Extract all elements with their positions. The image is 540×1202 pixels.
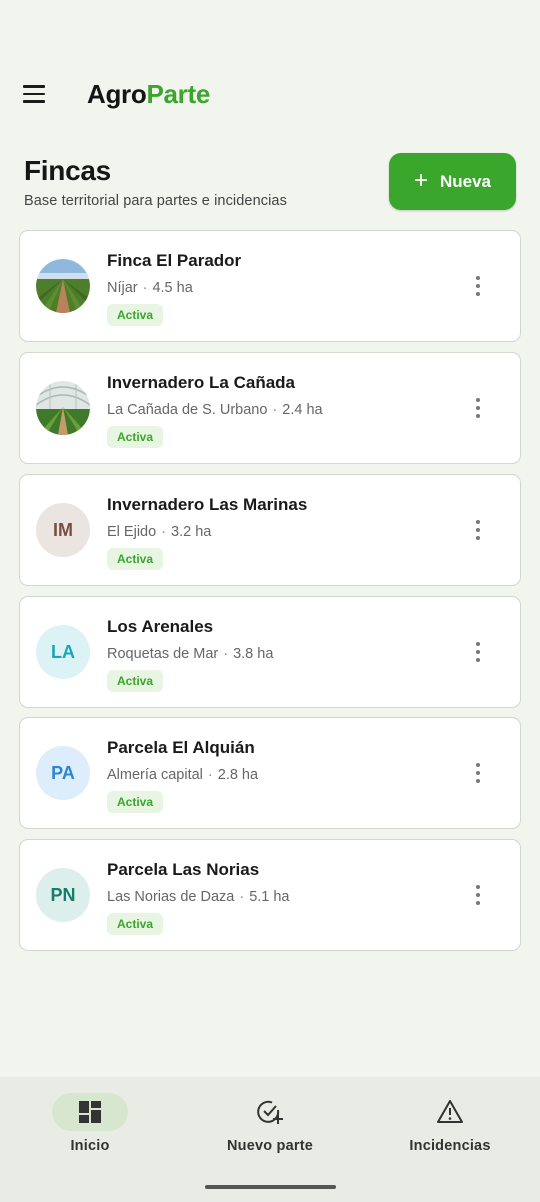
farm-location: El Ejido xyxy=(107,524,157,540)
farm-area: 2.8 ha xyxy=(217,767,259,783)
page-header: Fincas Base territorial para partes e in… xyxy=(24,155,287,209)
farm-card[interactable]: PN Parcela Las Norias Las Norias de Daza… xyxy=(19,839,521,951)
gesture-bar[interactable] xyxy=(205,1185,336,1189)
nav-label: Inicio xyxy=(70,1138,110,1154)
nav-label: Nuevo parte xyxy=(227,1138,313,1154)
more-options-icon[interactable] xyxy=(474,520,482,540)
menu-icon[interactable] xyxy=(18,78,50,110)
farm-initials-avatar: IM xyxy=(36,503,90,557)
farm-area: 4.5 ha xyxy=(152,280,193,296)
farm-location: Las Norias de Daza xyxy=(107,889,235,905)
field-photo-icon xyxy=(36,259,90,313)
farm-location: Almería capital xyxy=(107,767,203,783)
status-badge: Activa xyxy=(107,913,164,935)
farm-name: Parcela Las Norias xyxy=(107,860,260,879)
farm-initials-avatar: PN xyxy=(36,868,90,922)
status-badge: Activa xyxy=(107,426,164,448)
farm-initials-avatar: PA xyxy=(36,746,90,800)
farm-name: Invernadero La Cañada xyxy=(107,373,296,392)
farm-area: 3.8 ha xyxy=(233,646,274,662)
page-title: Fincas xyxy=(24,155,111,186)
farm-card[interactable]: IM Invernadero Las Marinas El Ejido · 3.2 … xyxy=(19,474,521,586)
bottom-navigation: Inicio Nuevo parte Incidencias xyxy=(0,1077,540,1202)
page-subtitle: Base territorial para partes e incidenci… xyxy=(24,193,287,209)
farm-meta: Níjar · 4.5 ha xyxy=(107,280,193,296)
status-badge: Activa xyxy=(107,304,164,326)
status-badge: Activa xyxy=(107,670,164,692)
farm-meta: Roquetas de Mar · 3.8 ha xyxy=(107,646,274,662)
more-options-icon[interactable] xyxy=(474,763,482,783)
nav-item-incidencias[interactable]: Incidencias xyxy=(360,1093,540,1154)
greenhouse-photo-icon xyxy=(36,381,90,435)
farm-card[interactable]: PA Parcela El Alquián Almería capital · 2.… xyxy=(19,717,521,829)
farm-location: Roquetas de Mar xyxy=(107,646,219,662)
farm-photo-avatar xyxy=(36,381,90,435)
dashboard-icon xyxy=(52,1093,128,1131)
farm-area: 3.2 ha xyxy=(171,524,212,540)
brand-part-2: Parte xyxy=(146,79,211,109)
farm-meta: Las Norias de Daza · 5.1 ha xyxy=(107,889,290,905)
farm-name: Los Arenales xyxy=(107,617,214,636)
farm-name: Finca El Parador xyxy=(107,251,242,270)
farm-area: 2.4 ha xyxy=(282,402,323,418)
more-options-icon[interactable] xyxy=(474,885,482,905)
farm-location: La Cañada de S. Urbano xyxy=(107,402,268,418)
more-options-icon[interactable] xyxy=(474,276,482,296)
farm-meta: El Ejido · 3.2 ha xyxy=(107,524,212,540)
farm-card[interactable]: Finca El Parador Níjar · 4.5 ha Activa xyxy=(19,230,521,342)
new-farm-button[interactable]: + Nueva xyxy=(389,153,516,210)
check-add-icon xyxy=(232,1093,308,1131)
farm-photo-avatar xyxy=(36,259,90,313)
farm-card[interactable]: Invernadero La Cañada La Cañada de S. Ur… xyxy=(19,352,521,464)
app-bar: AgroParte xyxy=(0,70,540,120)
nav-item-nuevo-parte[interactable]: Nuevo parte xyxy=(180,1093,360,1154)
nav-item-inicio[interactable]: Inicio xyxy=(0,1093,180,1154)
new-farm-button-label: Nueva xyxy=(439,171,492,191)
farm-area: 5.1 ha xyxy=(249,889,290,905)
more-options-icon[interactable] xyxy=(474,398,482,418)
status-badge: Activa xyxy=(107,548,164,570)
app-logo: AgroParte xyxy=(87,79,210,110)
farm-card[interactable]: LA Los Arenales Roquetas de Mar · 3.8 ha A… xyxy=(19,596,521,708)
status-badge: Activa xyxy=(107,791,164,813)
farm-location: Níjar xyxy=(107,280,138,296)
farm-name: Invernadero Las Marinas xyxy=(107,495,308,514)
farm-initials-avatar: LA xyxy=(36,625,90,679)
farm-meta: La Cañada de S. Urbano · 2.4 ha xyxy=(107,402,323,418)
more-options-icon[interactable] xyxy=(474,642,482,662)
farm-meta: Almería capital · 2.8 ha xyxy=(107,767,259,783)
plus-icon: + xyxy=(413,166,428,194)
farm-name: Parcela El Alquián xyxy=(107,738,255,757)
brand-part-1: Agro xyxy=(87,79,147,109)
warning-icon xyxy=(412,1093,488,1131)
nav-label: Incidencias xyxy=(409,1138,491,1154)
